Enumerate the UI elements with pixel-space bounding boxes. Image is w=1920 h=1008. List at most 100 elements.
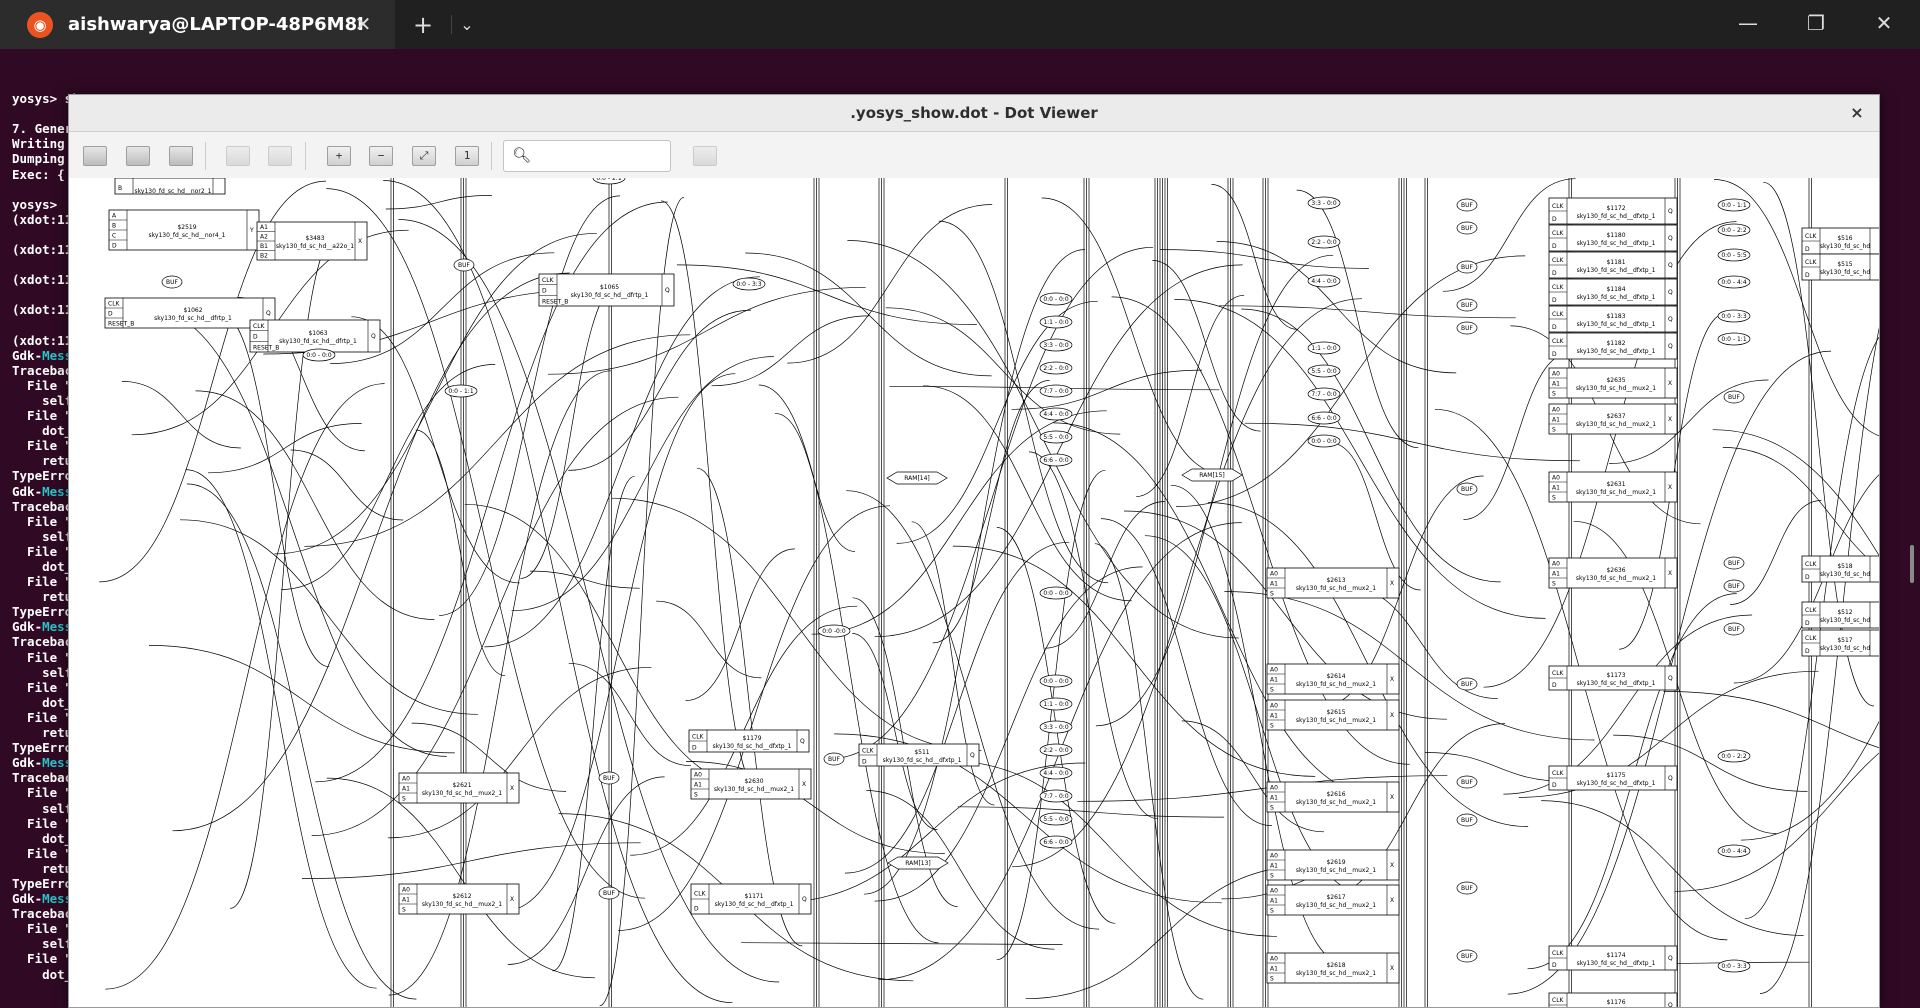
- port-label[interactable]: D: [1552, 351, 1557, 358]
- slice-label[interactable]: 0:0 -0:0: [822, 628, 846, 635]
- cell-id[interactable]: $1171: [744, 893, 763, 900]
- slice-label[interactable]: 0:0 - 1:1: [1721, 336, 1746, 343]
- cell-2615[interactable]: A0 A1 S $2615sky130_fd_sc_hd__mux2_1 X: [1266, 699, 1400, 731]
- slice-label[interactable]: 4:4 - 0:0: [1043, 770, 1068, 777]
- tab-menu-chevron-icon[interactable]: ⌄: [451, 15, 482, 34]
- cell-1184[interactable]: CLK D $1184sky130_fd_sc_hd__dfxtp_1 Q: [1548, 278, 1678, 306]
- buf-label[interactable]: BUF: [1728, 394, 1741, 401]
- cell-type[interactable]: sky130_fd_sc_hd__dfxtp_1: [1577, 240, 1656, 247]
- zoom-100-icon[interactable]: 1: [455, 146, 479, 166]
- cell-type[interactable]: sky130_fd_sc_hd__a22o_1: [276, 243, 354, 250]
- cell-id[interactable]: $1176: [1606, 999, 1625, 1006]
- cell-id[interactable]: $2635: [1606, 377, 1625, 384]
- cell-1176[interactable]: CLKD$1176sky130_fd_sc_hd__dfxtp_1Q: [1548, 992, 1678, 1007]
- cell-output[interactable]: Q: [1668, 316, 1673, 323]
- port-label[interactable]: D: [694, 905, 699, 912]
- port-label[interactable]: D: [1805, 620, 1810, 627]
- cell-output[interactable]: Q: [1668, 343, 1673, 350]
- cell-output[interactable]: X: [510, 896, 514, 903]
- port-label[interactable]: B: [118, 185, 122, 192]
- cell-1179[interactable]: CLK D $1179sky130_fd_sc_hd__dfxtp_1 Q: [688, 729, 810, 753]
- cell-2519[interactable]: ABCD$2519sky130_fd_sc_hd__nor4_1Y: [108, 209, 260, 251]
- cell-type[interactable]: sky130_fd_sc_hd__dfxtp_1: [1577, 348, 1656, 355]
- cell-1180[interactable]: CLK D $1180sky130_fd_sc_hd__dfxtp_1 Q: [1548, 224, 1678, 252]
- cell-output[interactable]: X: [1668, 416, 1672, 423]
- port-label[interactable]: D: [253, 334, 258, 341]
- cell-id[interactable]: $516: [1837, 235, 1852, 242]
- port-label[interactable]: A0: [1552, 407, 1560, 414]
- buf-label[interactable]: BUF: [1461, 885, 1474, 892]
- slice-node[interactable]: 4:4 - 0:0: [1039, 766, 1073, 780]
- slice-label[interactable]: 1:1 - 0:0: [1311, 345, 1336, 352]
- cell-id[interactable]: $2619: [1326, 859, 1345, 866]
- buf-label[interactable]: BUF: [828, 756, 841, 763]
- cell-id[interactable]: $2519: [177, 224, 196, 231]
- cell-id[interactable]: $1174: [1606, 952, 1625, 959]
- forward-icon[interactable]: [268, 146, 292, 166]
- slice-node[interactable]: 4:4 - 0:0: [1307, 274, 1341, 288]
- wire[interactable]: [685, 548, 795, 701]
- buf-node[interactable]: BUF: [1723, 579, 1745, 593]
- wire[interactable]: [351, 316, 520, 584]
- buf-node[interactable]: BUF: [1456, 949, 1478, 963]
- port-label[interactable]: RESET_B: [108, 321, 134, 328]
- buf-node[interactable]: BUF: [598, 886, 620, 900]
- cell-output[interactable]: Q: [1668, 1002, 1673, 1007]
- cell-type[interactable]: sky130_fd_sc_hd__dfxtp_1: [713, 743, 792, 750]
- cell-output[interactable]: X: [1390, 862, 1394, 869]
- wire[interactable]: [179, 519, 478, 715]
- port-label[interactable]: CLK: [1552, 338, 1565, 345]
- wire[interactable]: [1159, 249, 1369, 269]
- slice-label[interactable]: 0:0 - 3:3: [1721, 963, 1746, 970]
- port-label[interactable]: D: [1805, 272, 1810, 279]
- port-label[interactable]: D: [112, 243, 117, 250]
- port-label[interactable]: A0: [1270, 703, 1278, 710]
- cell-output[interactable]: X: [1390, 897, 1394, 904]
- wire[interactable]: [172, 272, 570, 832]
- wire[interactable]: [896, 300, 1098, 544]
- cell-id[interactable]: $2636: [1606, 567, 1625, 574]
- port-label[interactable]: A1: [1552, 485, 1560, 492]
- wire[interactable]: [1211, 184, 1298, 330]
- search-field[interactable]: 🔍︎: [503, 140, 671, 172]
- cell-type[interactable]: sky130_fd_sc_hd__dfxtp_1: [1577, 267, 1656, 274]
- port-label[interactable]: S: [402, 796, 406, 803]
- cell-output[interactable]: X: [1668, 380, 1672, 387]
- cell-output[interactable]: Q: [1668, 262, 1673, 269]
- cell-1173[interactable]: CLK D $1173sky130_fd_sc_hd__dfxtp_1 Q: [1548, 665, 1678, 691]
- slice-node[interactable]: 2:2 - 0:0: [1039, 743, 1073, 757]
- port-label[interactable]: A1: [1270, 581, 1278, 588]
- slice-node[interactable]: 6:6 - 0:0: [1039, 835, 1073, 849]
- port-label[interactable]: CLK: [1552, 311, 1565, 318]
- port-label[interactable]: A0: [1270, 888, 1278, 895]
- cell-output[interactable]: X: [510, 785, 514, 792]
- buf-node[interactable]: BUF: [1456, 221, 1478, 235]
- port-label[interactable]: D: [692, 744, 697, 751]
- cell-type[interactable]: sky130_fd_sc_hd__mux2_1: [1296, 799, 1376, 806]
- cell-2621[interactable]: A0 A1 S $2621sky130_fd_sc_hd__mux2_1 X: [398, 772, 520, 804]
- port-label[interactable]: D: [1552, 270, 1557, 277]
- slice-node[interactable]: 4:4 - 0:0: [1039, 407, 1073, 421]
- back-icon[interactable]: [226, 146, 250, 166]
- cell-517[interactable]: CLK D $517sky130_fd_sc_hd: [1801, 629, 1879, 657]
- cell-1063[interactable]: CLK D RESET_B $1063sky130_fd_sc_hd__dfrtp_1…: [249, 319, 381, 353]
- port-label[interactable]: S: [402, 907, 406, 914]
- slice-label[interactable]: 4:4 - 0:0: [1043, 411, 1068, 418]
- port-label[interactable]: D: [1552, 962, 1557, 969]
- cell-type[interactable]: sky130_fd_sc_hd__dfxtp_1: [1577, 680, 1656, 687]
- port-label[interactable]: S: [1270, 723, 1274, 730]
- port-label[interactable]: A1: [694, 782, 702, 789]
- slice-label[interactable]: 0:0 - 4:4: [1721, 848, 1746, 855]
- cell-1065[interactable]: CLK D RESET_B $1065sky130_fd_sc_hd__dfrtp_1…: [538, 273, 675, 307]
- cell-516[interactable]: CLK D $516sky130_fd_sc_hd: [1801, 227, 1879, 255]
- cell-1174[interactable]: CLK D $1174sky130_fd_sc_hd__dfxtp_1 Q: [1548, 945, 1678, 971]
- port-label[interactable]: B: [112, 223, 116, 230]
- port-label[interactable]: CLK: [253, 323, 266, 330]
- zoom-out-icon[interactable]: −: [369, 146, 393, 166]
- slice-label[interactable]: 0:0 - 0:0: [1043, 590, 1068, 597]
- slice-node[interactable]: 1:1 - 0:0: [1039, 697, 1073, 711]
- cell-type[interactable]: sky130_fd_sc_hd__dfrtp_1: [154, 315, 232, 322]
- slice-node[interactable]: 0:0 - 4:4: [1717, 844, 1751, 858]
- cell-output[interactable]: X: [802, 781, 806, 788]
- graph-canvas[interactable]: Bsky130_fd_sc_hd__nor2_1 A B C D $2519 sky130_…: [69, 178, 1879, 1007]
